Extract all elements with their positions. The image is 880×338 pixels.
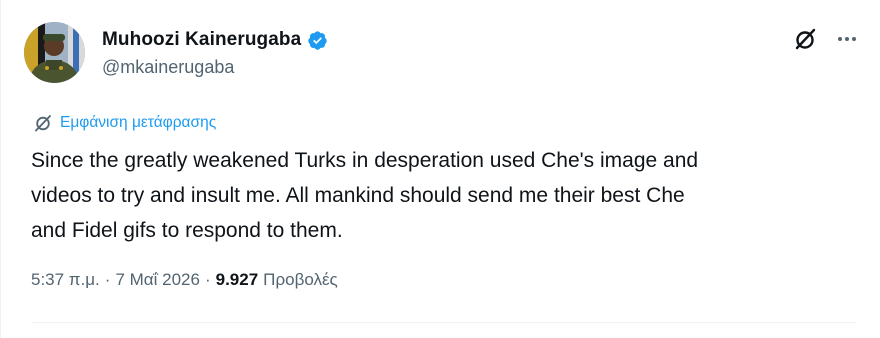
grok-icon[interactable] <box>792 26 818 52</box>
show-translation-label[interactable]: Εμφάνιση μετάφρασης <box>60 114 216 132</box>
tweet-date[interactable]: 7 Μαΐ 2026 <box>115 270 200 290</box>
top-actions <box>792 26 858 52</box>
meta-separator: · <box>204 270 211 289</box>
show-translation-link[interactable]: Εμφάνιση μετάφρασης <box>33 113 216 133</box>
verified-badge-icon[interactable] <box>307 30 328 51</box>
avatar[interactable] <box>24 22 85 83</box>
views-count: 9.927 <box>215 270 259 289</box>
grok-translate-icon <box>33 113 53 133</box>
divider <box>31 322 856 323</box>
tweet-text: Since the greatly weakened Turks in desp… <box>31 149 699 242</box>
author-handle[interactable]: @mkainerugaba <box>102 57 234 78</box>
more-icon[interactable] <box>836 28 858 50</box>
author-display-name[interactable]: Muhoozi Kainerugaba <box>102 29 301 51</box>
meta-separator: · <box>104 270 111 289</box>
tweet-meta: 5:37 π.μ. · 7 Μαΐ 2026 · 9.927 Προβολές <box>31 270 338 290</box>
tweet-card: Muhoozi Kainerugaba @mkainerugaba Εμφάνι… <box>0 0 880 338</box>
tweet-time[interactable]: 5:37 π.μ. <box>31 270 100 290</box>
author-name-row: Muhoozi Kainerugaba <box>102 29 328 51</box>
views-label: Προβολές <box>263 270 338 289</box>
